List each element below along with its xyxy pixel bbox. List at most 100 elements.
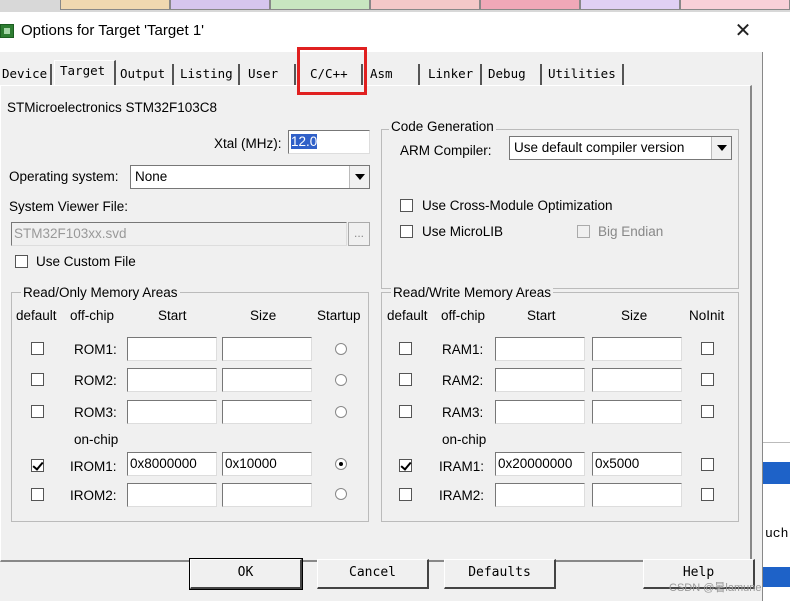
irom1-startup-radio[interactable] [335,458,347,470]
tab-asm[interactable]: Asm [368,64,420,86]
tab-output[interactable]: Output [118,64,174,86]
rom3-default-checkbox[interactable] [31,405,44,418]
compiler-select[interactable]: Use default compiler version [509,136,732,160]
rw-header-offchip: off-chip [441,308,486,323]
iram2-noinit-checkbox[interactable] [701,488,714,501]
irom2-size-input[interactable] [222,483,312,507]
rw-memory-title: Read/Write Memory Areas [391,285,554,300]
ro-header-size: Size [250,308,277,323]
custom-file-label: Use Custom File [36,254,136,269]
dialog-title: Options for Target 'Target 1' [21,22,205,39]
background-tab [480,0,580,10]
irom1-start-input[interactable]: 0x8000000 [127,452,217,476]
custom-file-checkbox[interactable] [15,255,28,268]
os-value: None [135,169,168,184]
ram1-label: RAM1: [442,342,484,357]
background-tab [370,0,480,10]
options-dialog: Options for Target 'Target 1' ✕ Device T… [0,12,763,601]
chevron-down-icon[interactable] [349,166,369,188]
irom2-startup-radio[interactable] [335,488,347,500]
irom2-default-checkbox[interactable] [31,488,44,501]
rom1-startup-radio[interactable] [335,343,347,355]
ro-onchip-label: on-chip [74,432,119,447]
rom1-start-input[interactable] [127,337,217,361]
rw-header-start: Start [527,308,556,323]
ram1-default-checkbox[interactable] [399,342,412,355]
ram2-size-input[interactable] [592,368,682,392]
code-generation-title: Code Generation [389,119,496,134]
rom3-label: ROM3: [74,405,117,420]
irom1-default-checkbox[interactable] [31,459,44,472]
close-icon[interactable]: ✕ [730,18,756,44]
os-select[interactable]: None [130,165,370,189]
ram3-default-checkbox[interactable] [399,405,412,418]
xtal-label: Xtal (MHz): [214,136,282,151]
ram2-label: RAM2: [442,373,484,388]
iram1-size-input[interactable]: 0x5000 [592,452,682,476]
cancel-button[interactable]: Cancel [317,559,429,589]
rom2-size-input[interactable] [222,368,312,392]
irom2-label: IROM2: [70,488,117,503]
background-tab [170,0,270,10]
irom1-size-input[interactable]: 0x10000 [222,452,312,476]
ram2-default-checkbox[interactable] [399,373,412,386]
background-tab [270,0,370,10]
rom2-default-checkbox[interactable] [31,373,44,386]
chevron-down-icon[interactable] [711,137,731,159]
rom2-start-input[interactable] [127,368,217,392]
tab-device[interactable]: Device [0,64,52,86]
microlib-checkbox[interactable] [400,225,413,238]
iram1-noinit-checkbox[interactable] [701,458,714,471]
tab-highlight-annotation [297,47,367,95]
screen: uch Options for Target 'Target 1' ✕ Devi… [0,0,790,601]
big-endian-checkbox[interactable] [577,225,590,238]
rom1-default-checkbox[interactable] [31,342,44,355]
cross-module-checkbox[interactable] [400,199,413,212]
ro-header-start: Start [158,308,187,323]
device-name: STMicroelectronics STM32F103C8 [7,100,218,115]
ram2-noinit-checkbox[interactable] [701,373,714,386]
rom3-startup-radio[interactable] [335,406,347,418]
ram1-noinit-checkbox[interactable] [701,342,714,355]
iram2-default-checkbox[interactable] [399,488,412,501]
ram2-start-input[interactable] [495,368,585,392]
ram3-size-input[interactable] [592,400,682,424]
ram1-size-input[interactable] [592,337,682,361]
rw-header-noinit: NoInit [689,308,725,323]
xtal-input[interactable]: 12.0 [288,130,370,154]
svd-browse-button[interactable]: ... [348,222,370,246]
watermark: CSDN @暑lamune [669,582,762,594]
cross-module-label: Use Cross-Module Optimization [422,198,613,213]
ram3-label: RAM3: [442,405,484,420]
background-text: uch [765,526,789,541]
xtal-value: 12.0 [291,134,318,149]
iram1-label: IRAM1: [439,459,485,474]
svd-input[interactable]: STM32F103xx.svd [11,222,347,246]
big-endian-label: Big Endian [598,224,664,239]
defaults-button[interactable]: Defaults [444,559,556,589]
iram2-size-input[interactable] [592,483,682,507]
rom2-startup-radio[interactable] [335,374,347,386]
rom3-start-input[interactable] [127,400,217,424]
tab-debug[interactable]: Debug [486,64,542,86]
tab-linker[interactable]: Linker [426,64,482,86]
tab-user[interactable]: User [246,64,296,86]
rom3-size-input[interactable] [222,400,312,424]
ram3-noinit-checkbox[interactable] [701,405,714,418]
iram1-start-input[interactable]: 0x20000000 [495,452,585,476]
tab-target[interactable]: Target [54,60,116,86]
background-tab [680,0,790,10]
iram1-default-checkbox[interactable] [399,459,412,472]
ok-button[interactable]: OK [189,558,303,590]
ram1-start-input[interactable] [495,337,585,361]
tab-listing[interactable]: Listing [178,64,240,86]
irom1-label: IROM1: [70,459,117,474]
iram2-start-input[interactable] [495,483,585,507]
irom2-start-input[interactable] [127,483,217,507]
tab-utilities[interactable]: Utilities [546,64,624,86]
rom1-size-input[interactable] [222,337,312,361]
rom1-label: ROM1: [74,342,117,357]
title-bar[interactable]: Options for Target 'Target 1' ✕ [0,12,763,52]
ram3-start-input[interactable] [495,400,585,424]
background-highlight [763,462,790,484]
